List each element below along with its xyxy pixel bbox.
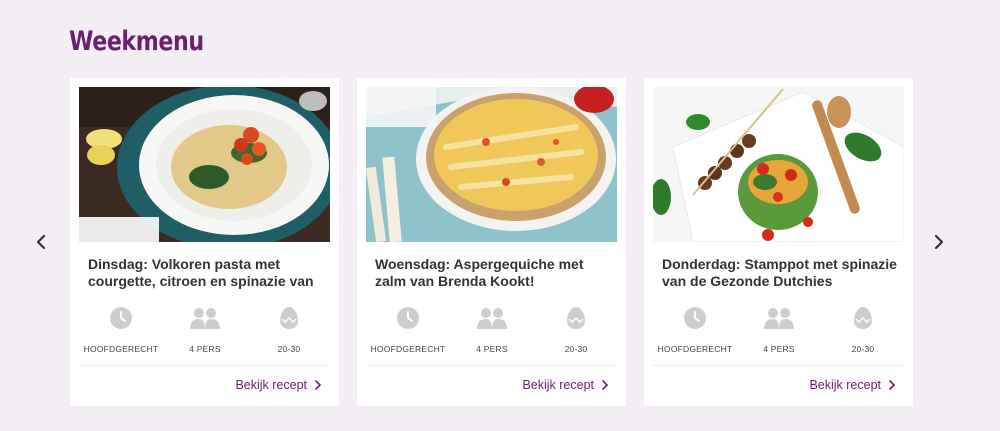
view-recipe-label: Bekijk recept [522, 378, 594, 392]
meta-label: HOOFDGERECHT [657, 344, 733, 354]
view-recipe-label: Bekijk recept [235, 378, 307, 392]
carousel-next-button[interactable] [929, 230, 949, 254]
meta-label: 4 PERS [763, 344, 795, 354]
view-recipe-label: Bekijk recept [809, 378, 881, 392]
meta-time: 20-30 [534, 306, 618, 354]
chevron-left-icon [36, 234, 46, 250]
meta-label: HOOFDGERECHT [370, 344, 446, 354]
recipe-image[interactable] [79, 87, 330, 242]
recipe-meta: HOOFDGERECHT 4 PERS 20-30 [79, 306, 330, 356]
people-icon [190, 308, 220, 329]
meta-label: HOOFDGERECHT [83, 344, 159, 354]
people-icon [764, 308, 794, 329]
recipe-card[interactable]: Woensdag: Aspergequiche met zalm van Bre… [357, 78, 626, 406]
card-divider [653, 365, 904, 366]
clock-icon [110, 307, 132, 329]
people-icon [477, 308, 507, 329]
meta-time: 20-30 [247, 306, 331, 354]
chevron-right-icon [315, 380, 321, 390]
clock-icon [397, 307, 419, 329]
recipe-meta: HOOFDGERECHT 4 PERS 20-30 [366, 306, 617, 356]
meta-label: 4 PERS [476, 344, 508, 354]
recipe-meta: HOOFDGERECHT 4 PERS 20-30 [653, 306, 904, 356]
meta-label: 20-30 [277, 344, 301, 354]
meta-time: 20-30 [821, 306, 905, 354]
recipe-image[interactable] [653, 87, 904, 242]
view-recipe-link[interactable]: Bekijk recept [522, 378, 608, 392]
recipe-title[interactable]: Dinsdag: Volkoren pasta met courgette, c… [88, 256, 328, 290]
card-divider [366, 365, 617, 366]
chevron-right-icon [934, 234, 944, 250]
clock-icon [684, 307, 706, 329]
view-recipe-link[interactable]: Bekijk recept [809, 378, 895, 392]
egg-icon [854, 307, 872, 329]
meta-servings: 4 PERS [450, 306, 534, 354]
egg-icon [280, 307, 298, 329]
recipe-card[interactable]: Donderdag: Stamppot met spinazie van de … [644, 78, 913, 406]
view-recipe-link[interactable]: Bekijk recept [235, 378, 321, 392]
egg-icon [567, 307, 585, 329]
recipe-card[interactable]: Dinsdag: Volkoren pasta met courgette, c… [70, 78, 339, 406]
meta-label: 20-30 [564, 344, 588, 354]
chevron-right-icon [889, 380, 895, 390]
meta-course: HOOFDGERECHT [79, 306, 163, 354]
meta-label: 20-30 [851, 344, 875, 354]
meta-course: HOOFDGERECHT [653, 306, 737, 354]
meta-servings: 4 PERS [737, 306, 821, 354]
section-title: Weekmenu [69, 26, 204, 57]
recipe-image[interactable] [366, 87, 617, 242]
card-divider [79, 365, 330, 366]
meta-label: 4 PERS [189, 344, 221, 354]
carousel-prev-button[interactable] [31, 230, 51, 254]
meta-servings: 4 PERS [163, 306, 247, 354]
chevron-right-icon [602, 380, 608, 390]
recipe-title[interactable]: Donderdag: Stamppot met spinazie van de … [662, 256, 902, 290]
recipe-title[interactable]: Woensdag: Aspergequiche met zalm van Bre… [375, 256, 615, 290]
meta-course: HOOFDGERECHT [366, 306, 450, 354]
